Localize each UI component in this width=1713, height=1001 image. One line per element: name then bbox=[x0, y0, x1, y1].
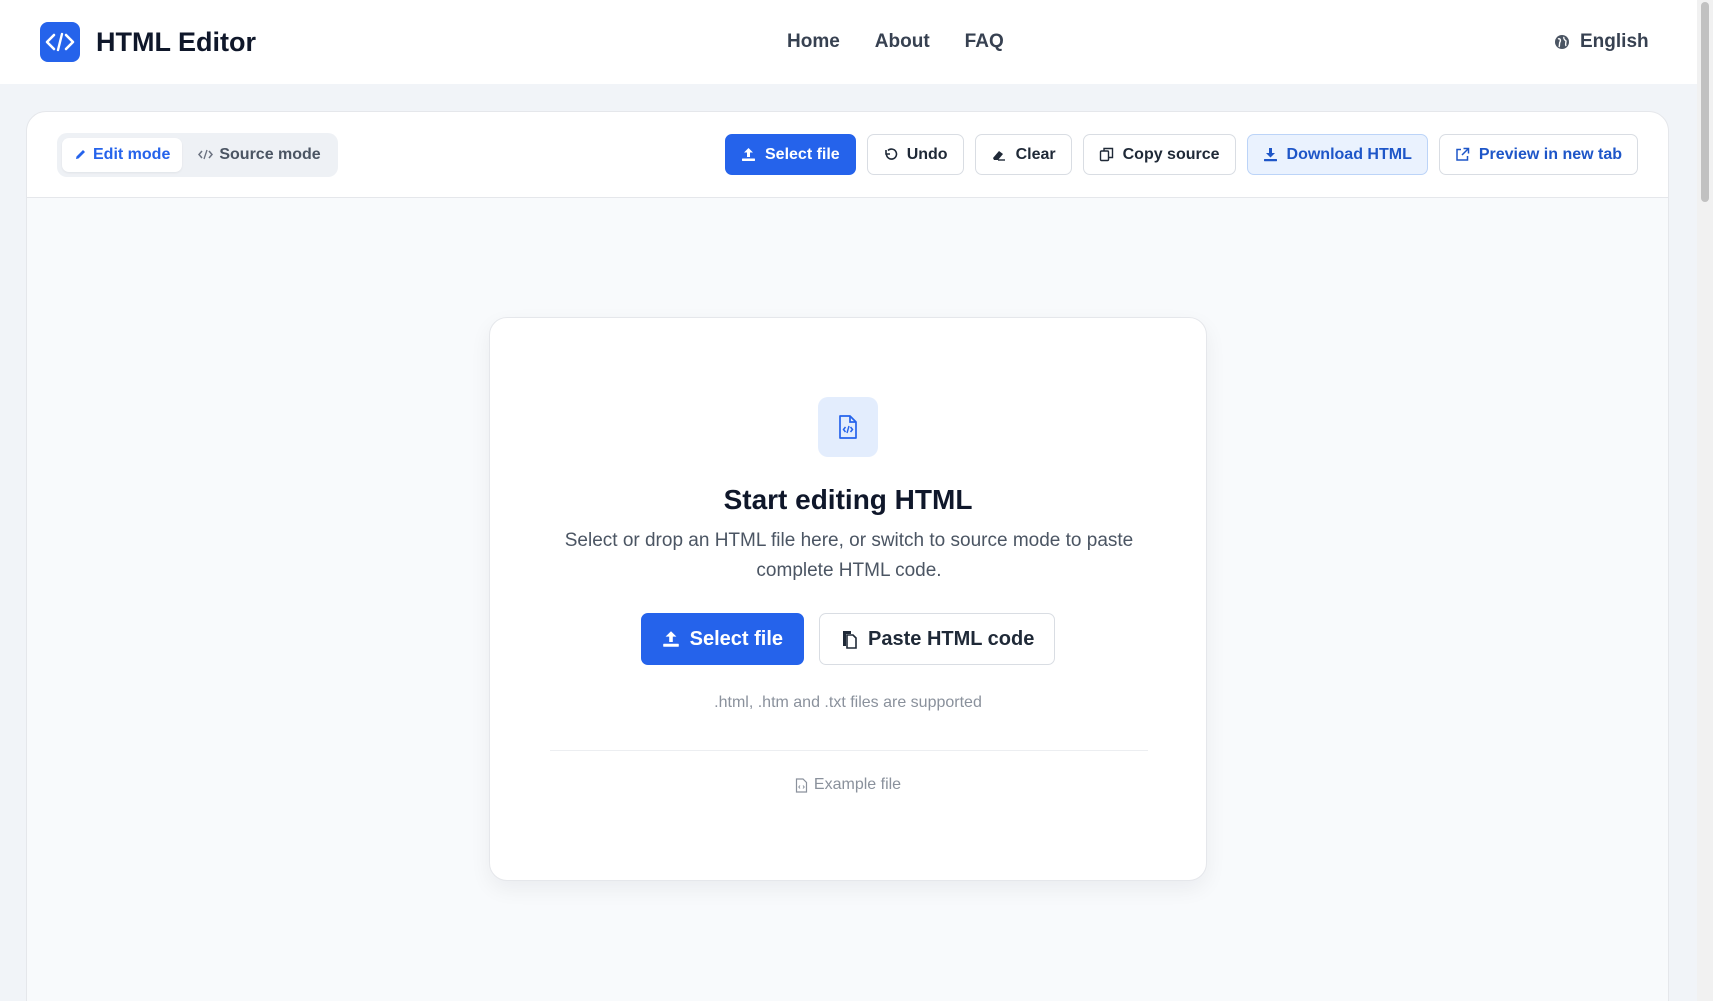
paste-html-label: Paste HTML code bbox=[868, 627, 1035, 650]
toolbar-actions: Select file Undo Clear Copy source Downl… bbox=[725, 134, 1638, 175]
copy-source-label: Copy source bbox=[1122, 145, 1220, 163]
file-dropzone[interactable]: Start editing HTML Select or drop an HTM… bbox=[489, 317, 1207, 881]
download-icon bbox=[1263, 147, 1278, 162]
source-mode-button[interactable]: Source mode bbox=[186, 138, 332, 172]
code-icon bbox=[198, 148, 214, 161]
edit-mode-label: Edit mode bbox=[93, 145, 171, 163]
dropzone-select-file-button[interactable]: Select file bbox=[640, 613, 805, 665]
file-code-icon bbox=[795, 777, 808, 793]
copy-icon bbox=[1099, 147, 1114, 162]
example-file-link[interactable]: Example file bbox=[490, 776, 1206, 794]
upload-icon bbox=[741, 147, 756, 162]
dropzone-actions: Select file Paste HTML code bbox=[490, 613, 1206, 665]
paste-html-button[interactable]: Paste HTML code bbox=[819, 613, 1056, 665]
app-title: HTML Editor bbox=[96, 26, 256, 57]
language-label: English bbox=[1580, 31, 1649, 52]
supported-files-hint: .html, .htm and .txt files are supported bbox=[714, 694, 982, 711]
preview-new-tab-label: Preview in new tab bbox=[1478, 145, 1622, 163]
upload-icon bbox=[662, 630, 680, 648]
globe-icon bbox=[1554, 34, 1570, 50]
scrollbar-thumb[interactable] bbox=[1701, 2, 1709, 202]
nav-home-link[interactable]: Home bbox=[787, 31, 840, 53]
app-header: HTML Editor Home About FAQ English bbox=[0, 0, 1697, 84]
undo-label: Undo bbox=[906, 145, 948, 163]
pencil-icon bbox=[74, 148, 87, 161]
dropzone-select-file-label: Select file bbox=[689, 627, 784, 650]
edit-mode-button[interactable]: Edit mode bbox=[62, 137, 183, 172]
editor-panel: Edit mode Source mode Select file Undo C… bbox=[26, 111, 1669, 1001]
mode-toggle: Edit mode Source mode bbox=[57, 132, 338, 177]
language-selector[interactable]: English bbox=[1554, 0, 1649, 84]
clear-label: Clear bbox=[1015, 145, 1056, 163]
dropzone-title: Start editing HTML bbox=[723, 484, 973, 515]
dropzone-description: Select or drop an HTML file here, or swi… bbox=[564, 530, 1134, 581]
dropzone-divider bbox=[550, 750, 1148, 751]
code-icon bbox=[40, 22, 80, 62]
undo-icon bbox=[883, 147, 898, 162]
eraser-icon bbox=[991, 148, 1007, 162]
select-file-button[interactable]: Select file bbox=[725, 134, 856, 175]
clear-button[interactable]: Clear bbox=[974, 134, 1072, 175]
page-scrollbar[interactable] bbox=[1697, 0, 1713, 1001]
nav-faq-link[interactable]: FAQ bbox=[965, 31, 1004, 53]
select-file-label: Select file bbox=[765, 145, 840, 163]
editor-toolbar: Edit mode Source mode Select file Undo C… bbox=[27, 112, 1668, 198]
main-nav: Home About FAQ bbox=[787, 0, 1004, 84]
undo-button[interactable]: Undo bbox=[866, 134, 964, 175]
preview-new-tab-button[interactable]: Preview in new tab bbox=[1438, 134, 1638, 175]
nav-about-link[interactable]: About bbox=[875, 31, 930, 53]
editor-canvas[interactable]: Start editing HTML Select or drop an HTM… bbox=[27, 198, 1668, 1001]
download-html-button[interactable]: Download HTML bbox=[1246, 134, 1428, 175]
example-file-label: Example file bbox=[813, 776, 902, 793]
copy-source-button[interactable]: Copy source bbox=[1082, 134, 1236, 175]
source-mode-label: Source mode bbox=[219, 145, 321, 163]
paste-icon bbox=[840, 629, 858, 649]
file-code-icon bbox=[818, 397, 878, 457]
external-link-icon bbox=[1455, 147, 1470, 162]
app-logo[interactable]: HTML Editor bbox=[40, 22, 256, 62]
download-html-label: Download HTML bbox=[1286, 145, 1412, 163]
